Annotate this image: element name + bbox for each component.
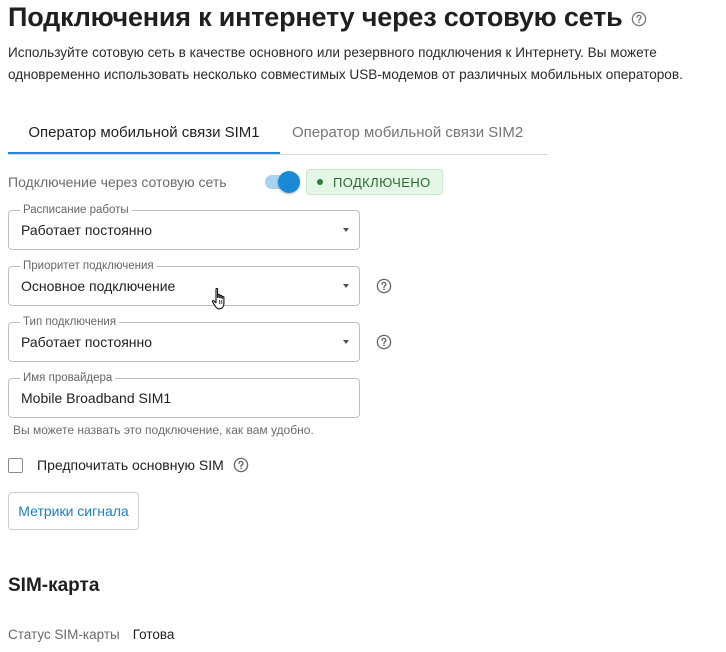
chevron-down-icon (343, 340, 349, 344)
cellular-connection-toggle[interactable] (264, 170, 300, 194)
connection-type-select[interactable]: Тип подключения Работает постоянно (8, 315, 360, 362)
priority-select[interactable]: Приоритет подключения Основное подключен… (8, 259, 360, 306)
sim-status-row: Статус SIM-карты Готова (8, 627, 174, 642)
status-badge-text: ПОДКЛЮЧЕНО (333, 174, 431, 190)
prefer-sim-row: Предпочитать основную SIM (8, 457, 249, 473)
connection-toggle-row: Подключение через сотовую сеть ПОДКЛЮЧЕН… (8, 169, 443, 195)
connection-type-value: Работает постоянно (21, 334, 153, 350)
priority-value: Основное подключение (21, 278, 176, 294)
schedule-select[interactable]: Расписание работы Работает постоянно (8, 203, 360, 250)
chevron-down-icon (343, 228, 349, 232)
sim-status-value: Готова (132, 627, 175, 642)
sim-card-section-title: SIM-карта (8, 575, 100, 596)
sim-status-label: Статус SIM-карты (8, 627, 120, 642)
provider-name-value: Mobile Broadband SIM1 (21, 390, 172, 406)
title-help-icon[interactable] (631, 11, 647, 27)
page-description: Используйте сотовую сеть в качестве осно… (8, 45, 683, 82)
tab-sim2[interactable]: Оператор мобильной связи SIM2 (292, 114, 548, 152)
title-row: Подключения к интернету через сотовую се… (8, 2, 647, 33)
schedule-value: Работает постоянно (21, 222, 153, 238)
chevron-down-icon (343, 284, 349, 288)
provider-name-field[interactable]: Имя провайдера Mobile Broadband SIM1 (8, 371, 360, 418)
connection-type-help-icon[interactable] (376, 334, 392, 350)
signal-metrics-button[interactable]: Метрики сигнала (8, 492, 139, 530)
toggle-knob (278, 171, 300, 193)
status-dot-icon (317, 179, 323, 185)
priority-help-icon[interactable] (376, 278, 392, 294)
status-badge: ПОДКЛЮЧЕНО (306, 169, 443, 195)
prefer-sim-help-icon[interactable] (233, 457, 249, 473)
page-title: Подключения к интернету через сотовую се… (8, 2, 623, 32)
tab-sim1[interactable]: Оператор мобильной связи SIM1 (8, 114, 280, 154)
connection-toggle-label: Подключение через сотовую сеть (8, 174, 227, 190)
sim-tabs: Оператор мобильной связи SIM1 Оператор м… (8, 114, 548, 155)
provider-name-hint: Вы можете назвать это подключение, как в… (13, 423, 314, 437)
prefer-sim-label[interactable]: Предпочитать основную SIM (37, 457, 224, 473)
prefer-sim-checkbox[interactable] (8, 457, 23, 473)
